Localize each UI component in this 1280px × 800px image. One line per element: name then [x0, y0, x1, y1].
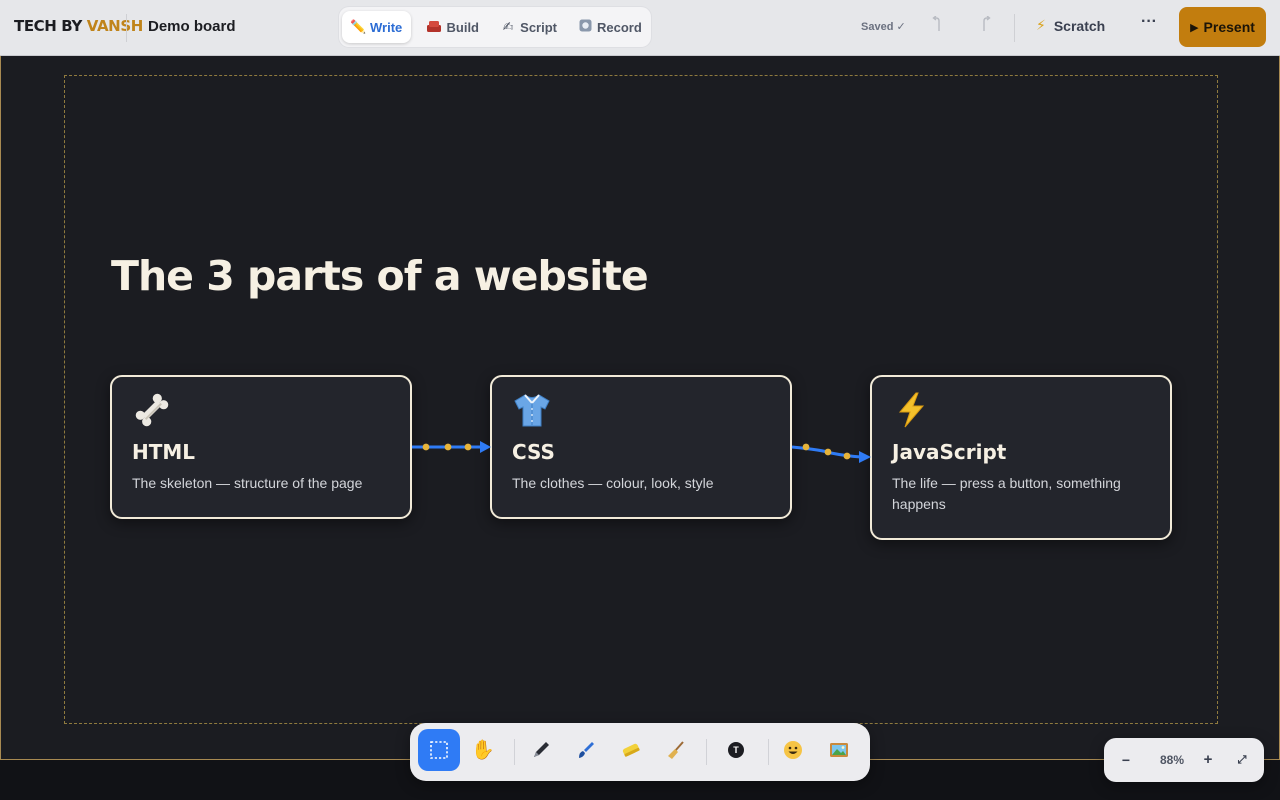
emoji-tool-button[interactable] [772, 729, 814, 771]
mode-label: Write [370, 19, 403, 35]
bone-icon [132, 391, 172, 429]
divider [514, 739, 515, 765]
select-tool-button[interactable] [418, 729, 460, 771]
shirt-icon [512, 391, 552, 429]
select-icon [430, 741, 448, 759]
record-icon [579, 19, 592, 35]
broom-tool-button[interactable] [655, 729, 697, 771]
play-icon: ▶ [1190, 21, 1199, 34]
board-name[interactable]: Demo board [148, 18, 236, 35]
broom-icon [668, 741, 684, 759]
image-icon [830, 743, 848, 757]
mode-switcher: ✏️ Write Build ✍ Script Record [339, 7, 651, 47]
image-tool-button[interactable] [818, 729, 860, 771]
save-status: Saved ✓ [861, 21, 906, 33]
mode-label: Script [520, 19, 557, 35]
zoom-out-button[interactable]: − [1116, 738, 1136, 782]
brand-name-part1: TECH BY [14, 17, 87, 35]
divider [1014, 14, 1015, 42]
divider [706, 739, 707, 765]
mode-write-tab[interactable]: ✏️ Write [342, 11, 411, 43]
mode-record-tab[interactable]: Record [571, 11, 649, 43]
mode-label: Build [446, 19, 480, 35]
drawing-toolbar: ✋ T [410, 723, 870, 781]
card-title: HTML [132, 440, 196, 464]
pen-tool-button[interactable] [520, 729, 562, 771]
divider [768, 739, 769, 765]
smiley-icon [784, 741, 802, 759]
scratch-button[interactable]: ⚡ Scratch [1036, 17, 1105, 34]
card-title: JavaScript [892, 440, 1007, 464]
redo-icon [983, 15, 991, 31]
scratch-label: Scratch [1053, 17, 1106, 34]
card-html[interactable]: HTML The skeleton — structure of the pag… [110, 375, 412, 519]
top-bar: TECH BY VANSH Demo board ✏️ Write Build … [0, 0, 1280, 56]
brand-logo[interactable]: TECH BY VANSH [14, 17, 143, 35]
card-description: The skeleton — structure of the page [132, 475, 363, 491]
brand-name-part2: VANSH [86, 17, 144, 35]
text-icon: T [728, 742, 744, 758]
pencil-icon: ✏️ [350, 19, 367, 34]
text-tool-button[interactable]: T [715, 729, 757, 771]
card-title: CSS [512, 440, 555, 464]
more-menu-button[interactable]: ··· [1138, 13, 1160, 31]
mode-build-tab[interactable]: Build [419, 11, 487, 43]
eraser-tool-button[interactable] [610, 729, 652, 771]
bricks-icon [427, 20, 442, 35]
fit-screen-button[interactable]: ⤢ [1232, 738, 1252, 782]
zoom-controls: − 88% + ⤢ [1104, 738, 1264, 782]
hand-tool-button[interactable]: ✋ [462, 729, 504, 771]
board-canvas[interactable]: The 3 parts of a website HTML The skelet… [0, 56, 1280, 760]
lightning-icon [892, 391, 932, 429]
hand-icon: ✋ [471, 740, 495, 761]
present-button[interactable]: ▶ Present [1179, 7, 1266, 47]
slide-title[interactable]: The 3 parts of a website [111, 252, 649, 300]
zoom-in-button[interactable]: + [1198, 738, 1218, 782]
redo-button[interactable] [975, 15, 997, 38]
undo-icon [932, 15, 940, 31]
undo-button[interactable] [926, 15, 948, 38]
card-css[interactable]: CSS The clothes — colour, look, style [490, 375, 792, 519]
eraser-icon [622, 743, 640, 757]
zoom-level: 88% [1159, 753, 1185, 767]
mode-script-tab[interactable]: ✍ Script [493, 11, 565, 43]
brush-tool-button[interactable] [565, 729, 607, 771]
card-javascript[interactable]: JavaScript The life — press a button, so… [870, 375, 1172, 540]
pen-icon [534, 742, 549, 757]
writing-hand-icon: ✍ [502, 19, 514, 34]
brush-icon [579, 742, 594, 758]
lightning-icon: ⚡ [1036, 17, 1046, 33]
divider [126, 14, 127, 42]
present-label: Present [1203, 19, 1255, 35]
card-description: The life — press a button, something hap… [892, 475, 1121, 512]
card-description: The clothes — colour, look, style [512, 475, 714, 491]
mode-label: Record [597, 19, 642, 35]
